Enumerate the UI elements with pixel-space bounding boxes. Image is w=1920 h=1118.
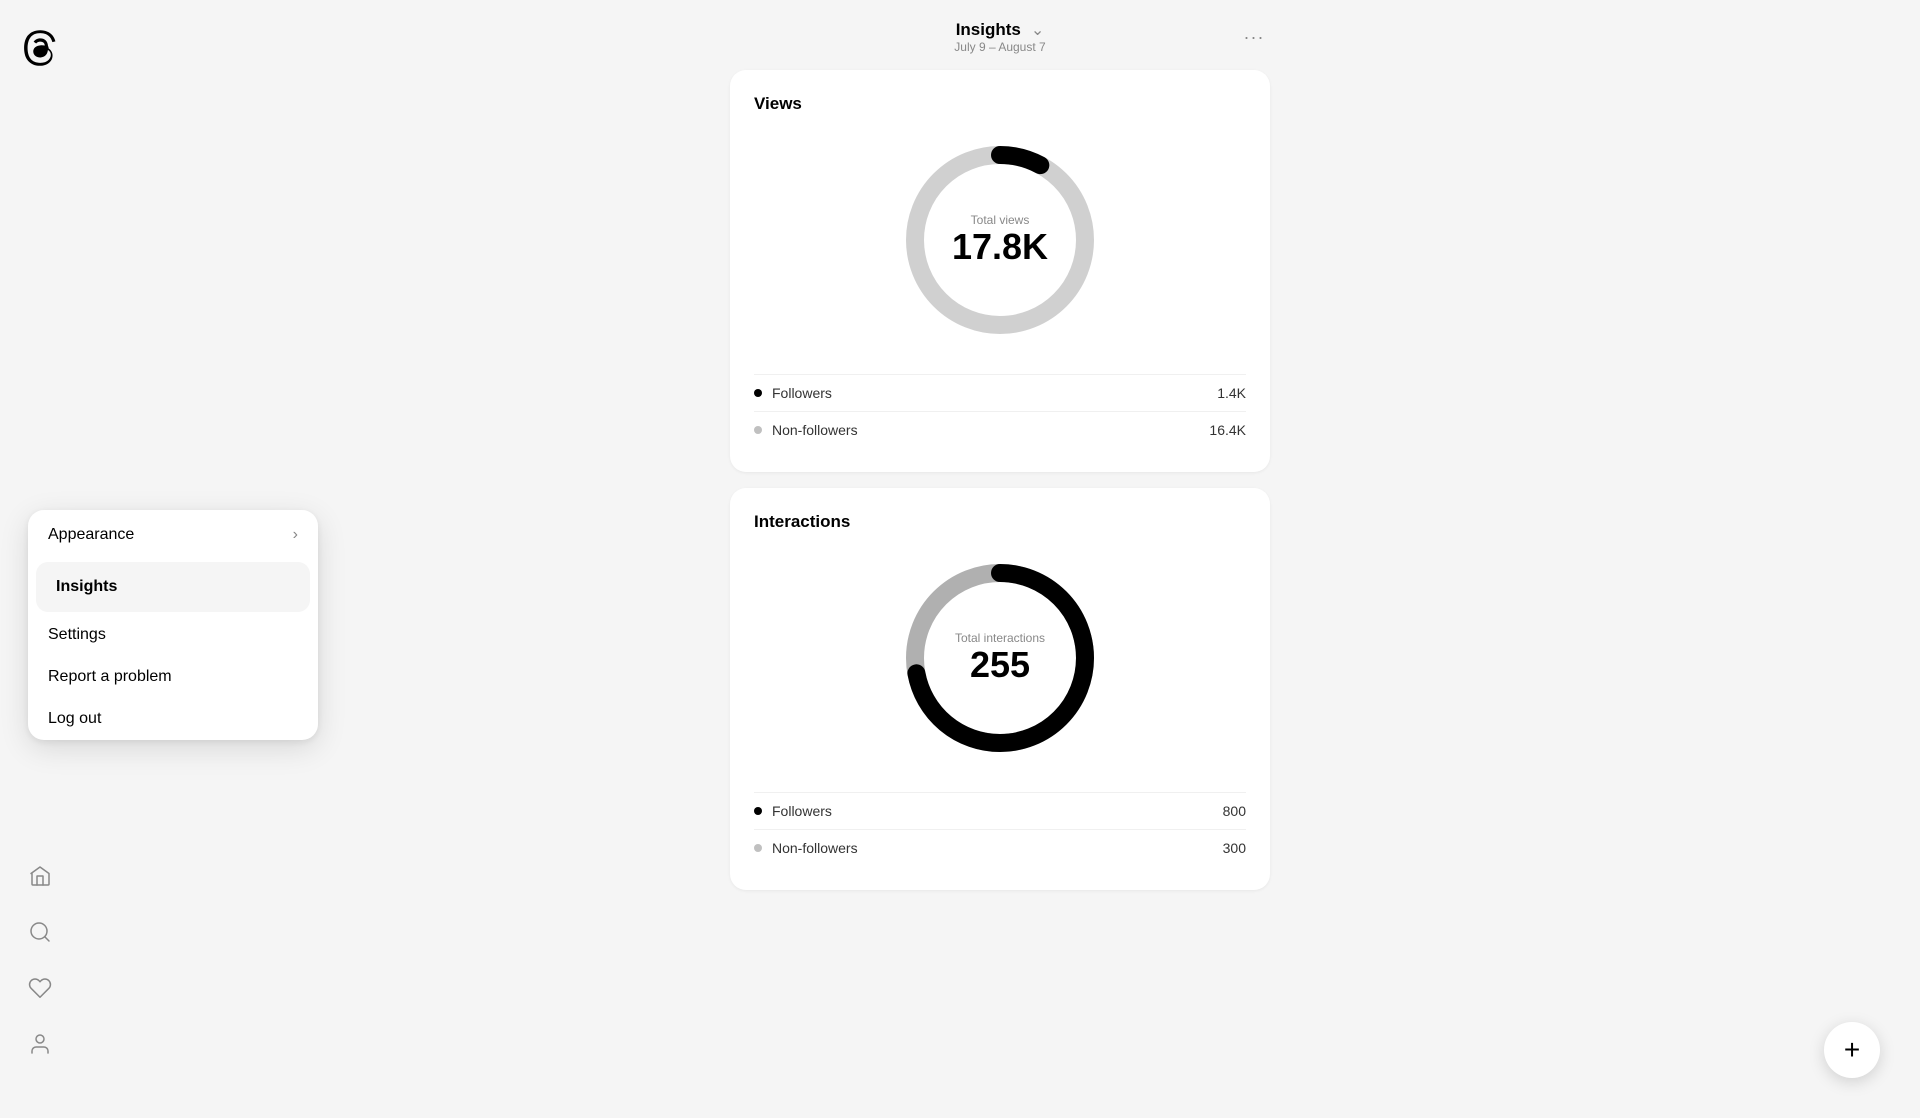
insights-label: Insights xyxy=(56,578,117,596)
int-nonfollowers-dot xyxy=(754,844,762,852)
threads-logo[interactable] xyxy=(22,30,58,71)
context-menu: Appearance › Insights Settings Report a … xyxy=(28,510,318,740)
followers-label: Followers xyxy=(772,385,832,401)
more-options-button[interactable]: ··· xyxy=(1238,21,1270,53)
interactions-card: Interactions Total interactions 255 xyxy=(730,488,1270,890)
interactions-donut-chart: Total interactions 255 xyxy=(754,548,1246,768)
sidebar-nav xyxy=(26,862,54,1058)
logout-label: Log out xyxy=(48,710,101,728)
create-fab[interactable]: + xyxy=(1824,1022,1880,1078)
settings-label: Settings xyxy=(48,626,106,644)
int-nonfollowers-value: 300 xyxy=(1223,840,1246,856)
nonfollowers-dot xyxy=(754,426,762,434)
views-donut-chart: Total views 17.8K xyxy=(754,130,1246,350)
int-followers-dot xyxy=(754,807,762,815)
nonfollowers-value: 16.4K xyxy=(1209,422,1246,438)
home-icon[interactable] xyxy=(26,862,54,890)
interactions-followers-legend: Followers 800 xyxy=(754,792,1246,829)
header-title-group: Insights ⌄ July 9 – August 7 xyxy=(954,20,1045,54)
profile-icon[interactable] xyxy=(26,1030,54,1058)
appearance-chevron-icon: › xyxy=(293,526,298,544)
search-icon[interactable] xyxy=(26,918,54,946)
views-legend: Followers 1.4K Non-followers 16.4K xyxy=(754,374,1246,448)
views-total-label: Total views xyxy=(952,213,1048,227)
followers-dot xyxy=(754,389,762,397)
views-card: Views Total views 17.8K Fol xyxy=(730,70,1270,472)
interactions-total-label: Total interactions xyxy=(955,631,1045,645)
activity-icon[interactable] xyxy=(26,974,54,1002)
page-title: Insights xyxy=(956,20,1021,40)
views-total-value: 17.8K xyxy=(952,227,1048,267)
insights-header: Insights ⌄ July 9 – August 7 ··· xyxy=(730,20,1270,54)
interactions-nonfollowers-legend: Non-followers 300 xyxy=(754,829,1246,866)
menu-item-logout[interactable]: Log out xyxy=(28,698,318,740)
interactions-legend: Followers 800 Non-followers 300 xyxy=(754,792,1246,866)
followers-value: 1.4K xyxy=(1217,385,1246,401)
interactions-card-title: Interactions xyxy=(754,512,1246,532)
views-card-title: Views xyxy=(754,94,1246,114)
int-nonfollowers-label: Non-followers xyxy=(772,840,858,856)
views-followers-legend: Followers 1.4K xyxy=(754,374,1246,411)
appearance-label: Appearance xyxy=(48,526,134,544)
int-followers-label: Followers xyxy=(772,803,832,819)
nonfollowers-label: Non-followers xyxy=(772,422,858,438)
int-followers-value: 800 xyxy=(1223,803,1246,819)
interactions-donut-center: Total interactions 255 xyxy=(955,631,1045,685)
views-nonfollowers-legend: Non-followers 16.4K xyxy=(754,411,1246,448)
chevron-down-icon[interactable]: ⌄ xyxy=(1031,20,1044,40)
interactions-donut-wrapper: Total interactions 255 xyxy=(890,548,1110,768)
date-range: July 9 – August 7 xyxy=(954,40,1045,54)
fab-plus-icon: + xyxy=(1844,1034,1860,1066)
views-donut-center: Total views 17.8K xyxy=(952,213,1048,267)
report-label: Report a problem xyxy=(48,668,172,686)
views-donut-wrapper: Total views 17.8K xyxy=(890,130,1110,350)
main-content: Insights ⌄ July 9 – August 7 ··· Views T… xyxy=(80,0,1920,1118)
menu-item-insights[interactable]: Insights xyxy=(36,562,310,612)
menu-item-settings[interactable]: Settings xyxy=(28,614,318,656)
menu-item-appearance[interactable]: Appearance › xyxy=(28,510,318,560)
interactions-total-value: 255 xyxy=(955,645,1045,685)
menu-item-report[interactable]: Report a problem xyxy=(28,656,318,698)
